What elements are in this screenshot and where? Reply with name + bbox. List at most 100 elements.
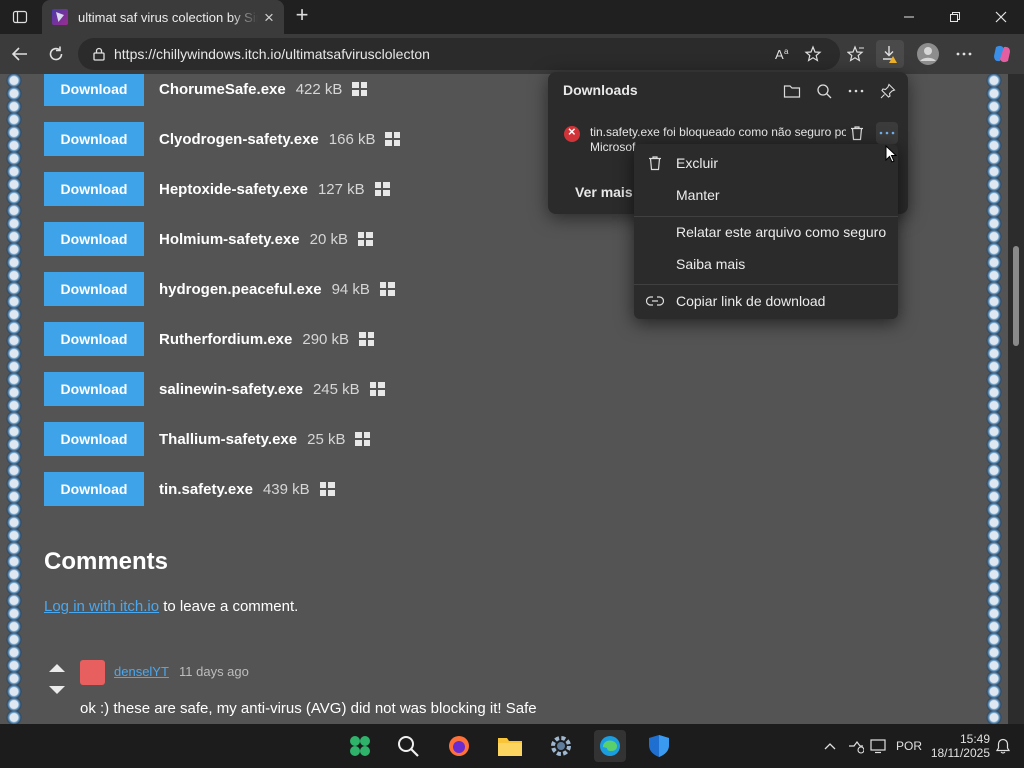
settings-icon[interactable]: [545, 730, 577, 762]
notifications-icon[interactable]: [996, 724, 1010, 768]
tab-close-icon[interactable]: ×: [264, 9, 274, 26]
file-row: Download Rutherfordium.exe 290 kB: [44, 322, 375, 356]
more-menu-icon[interactable]: [950, 40, 978, 68]
file-size: 439 kB: [262, 480, 310, 498]
scrollbar-thumb[interactable]: [1013, 246, 1019, 346]
close-window-button[interactable]: [978, 0, 1024, 34]
menu-item-label: Saiba mais: [676, 256, 746, 272]
see-more-button[interactable]: Ver mais: [575, 184, 633, 200]
profile-avatar[interactable]: [914, 40, 942, 68]
site-favicon-icon: [52, 9, 68, 25]
download-button[interactable]: Download: [44, 222, 144, 256]
clock-date: 18/11/2025: [930, 746, 990, 760]
downloads-title: Downloads: [563, 82, 638, 98]
file-size: 290 kB: [302, 330, 350, 348]
title-bar: ultimat saf virus colection by Simo × +: [0, 0, 1024, 34]
comment-avatar[interactable]: [80, 660, 105, 685]
file-size: 166 kB: [328, 130, 376, 148]
browser-toolbar: https://chillywindows.itch.io/ultimatsaf…: [0, 34, 1024, 74]
vote-arrows-icon: [49, 664, 65, 694]
search-downloads-icon[interactable]: [813, 80, 835, 102]
url-text[interactable]: https://chillywindows.itch.io/ultimatsaf…: [114, 46, 430, 62]
active-tab[interactable]: ultimat saf virus colection by Simo ×: [42, 0, 284, 34]
file-size: 25 kB: [307, 430, 346, 448]
download-button[interactable]: Download: [44, 122, 144, 156]
menu-item-report-safe[interactable]: Relatar este arquivo como seguro: [634, 217, 898, 247]
file-name: tin.safety.exe: [159, 480, 253, 498]
windows-platform-icon: [385, 132, 401, 146]
tray-overflow-icon[interactable]: [824, 724, 836, 768]
comments-heading: Comments: [44, 548, 169, 575]
delete-icon[interactable]: [846, 122, 868, 144]
file-name: Clyodrogen-safety.exe: [159, 130, 319, 148]
file-row: Download Heptoxide-safety.exe 127 kB: [44, 172, 390, 206]
login-link[interactable]: Log in with itch.io: [44, 598, 159, 615]
menu-item-delete[interactable]: Excluir: [634, 148, 898, 178]
download-button[interactable]: Download: [44, 172, 144, 206]
download-button[interactable]: Download: [44, 372, 144, 406]
favorites-icon[interactable]: [842, 40, 870, 68]
file-name: salinewin-safety.exe: [159, 380, 303, 398]
start-button[interactable]: [344, 730, 376, 762]
file-size: 245 kB: [312, 380, 360, 398]
file-size: 422 kB: [295, 80, 343, 98]
menu-item-keep[interactable]: Manter: [634, 180, 898, 210]
language-indicator[interactable]: POR: [896, 724, 922, 768]
open-folder-icon[interactable]: [781, 80, 803, 102]
edge-icon[interactable]: [594, 730, 626, 762]
back-button[interactable]: [6, 40, 34, 68]
windows-platform-icon: [357, 232, 373, 246]
download-button[interactable]: Download: [44, 272, 144, 306]
download-button[interactable]: Download: [44, 74, 144, 106]
login-prompt: Log in with itch.io to leave a comment.: [44, 598, 298, 615]
menu-item-learn-more[interactable]: Saiba mais: [634, 249, 898, 279]
firefox-icon[interactable]: [443, 730, 475, 762]
windows-platform-icon: [379, 282, 395, 296]
read-aloud-icon[interactable]: Aa: [769, 40, 797, 68]
trash-icon: [634, 155, 676, 171]
download-button[interactable]: Download: [44, 322, 144, 356]
downloads-button[interactable]: [876, 40, 904, 68]
security-tray-icon[interactable]: [848, 724, 864, 768]
download-button[interactable]: Download: [44, 472, 144, 506]
comment-text: ok :) these are safe, my anti-virus (AVG…: [80, 700, 537, 717]
favorite-star-icon[interactable]: [799, 40, 827, 68]
menu-separator: [634, 284, 898, 285]
defender-icon[interactable]: [643, 730, 675, 762]
restore-button[interactable]: [932, 0, 978, 34]
clock-time: 15:49: [959, 732, 990, 746]
downloads-more-icon[interactable]: [845, 80, 867, 102]
comment-author[interactable]: denselYT: [114, 664, 169, 679]
windows-platform-icon: [374, 182, 390, 196]
download-button[interactable]: Download: [44, 422, 144, 456]
windows-platform-icon: [355, 432, 371, 446]
copilot-icon[interactable]: [988, 40, 1016, 68]
download-context-menu: Excluir Manter Relatar este arquivo como…: [634, 144, 898, 319]
windows-platform-icon: [359, 332, 375, 346]
file-name: Rutherfordium.exe: [159, 330, 293, 348]
network-icon[interactable]: [870, 724, 888, 768]
menu-item-label: Manter: [676, 187, 720, 203]
new-tab-button[interactable]: +: [290, 4, 314, 28]
blocked-error-icon: [564, 124, 580, 142]
refresh-button[interactable]: [42, 40, 70, 68]
search-icon[interactable]: [392, 730, 424, 762]
menu-item-copy-link[interactable]: Copiar link de download: [634, 286, 898, 316]
clock[interactable]: 15:49 18/11/2025: [930, 724, 990, 768]
tab-actions-icon[interactable]: [8, 6, 32, 28]
address-bar[interactable]: https://chillywindows.itch.io/ultimatsaf…: [78, 38, 840, 70]
file-row: Download hydrogen.peaceful.exe 94 kB: [44, 272, 395, 306]
windows-platform-icon: [319, 482, 335, 496]
file-name: hydrogen.peaceful.exe: [159, 280, 322, 298]
file-size: 127 kB: [317, 180, 365, 198]
file-name: Heptoxide-safety.exe: [159, 180, 308, 198]
item-more-icon[interactable]: [876, 122, 898, 144]
file-size: 94 kB: [331, 280, 370, 298]
pin-icon[interactable]: [877, 80, 899, 102]
minimize-button[interactable]: [886, 0, 932, 34]
file-row: Download tin.safety.exe 439 kB: [44, 472, 335, 506]
file-explorer-icon[interactable]: [494, 730, 526, 762]
page-scrollbar[interactable]: [1008, 74, 1024, 724]
site-info-icon[interactable]: [88, 43, 110, 65]
file-name: ChorumeSafe.exe: [159, 80, 286, 98]
